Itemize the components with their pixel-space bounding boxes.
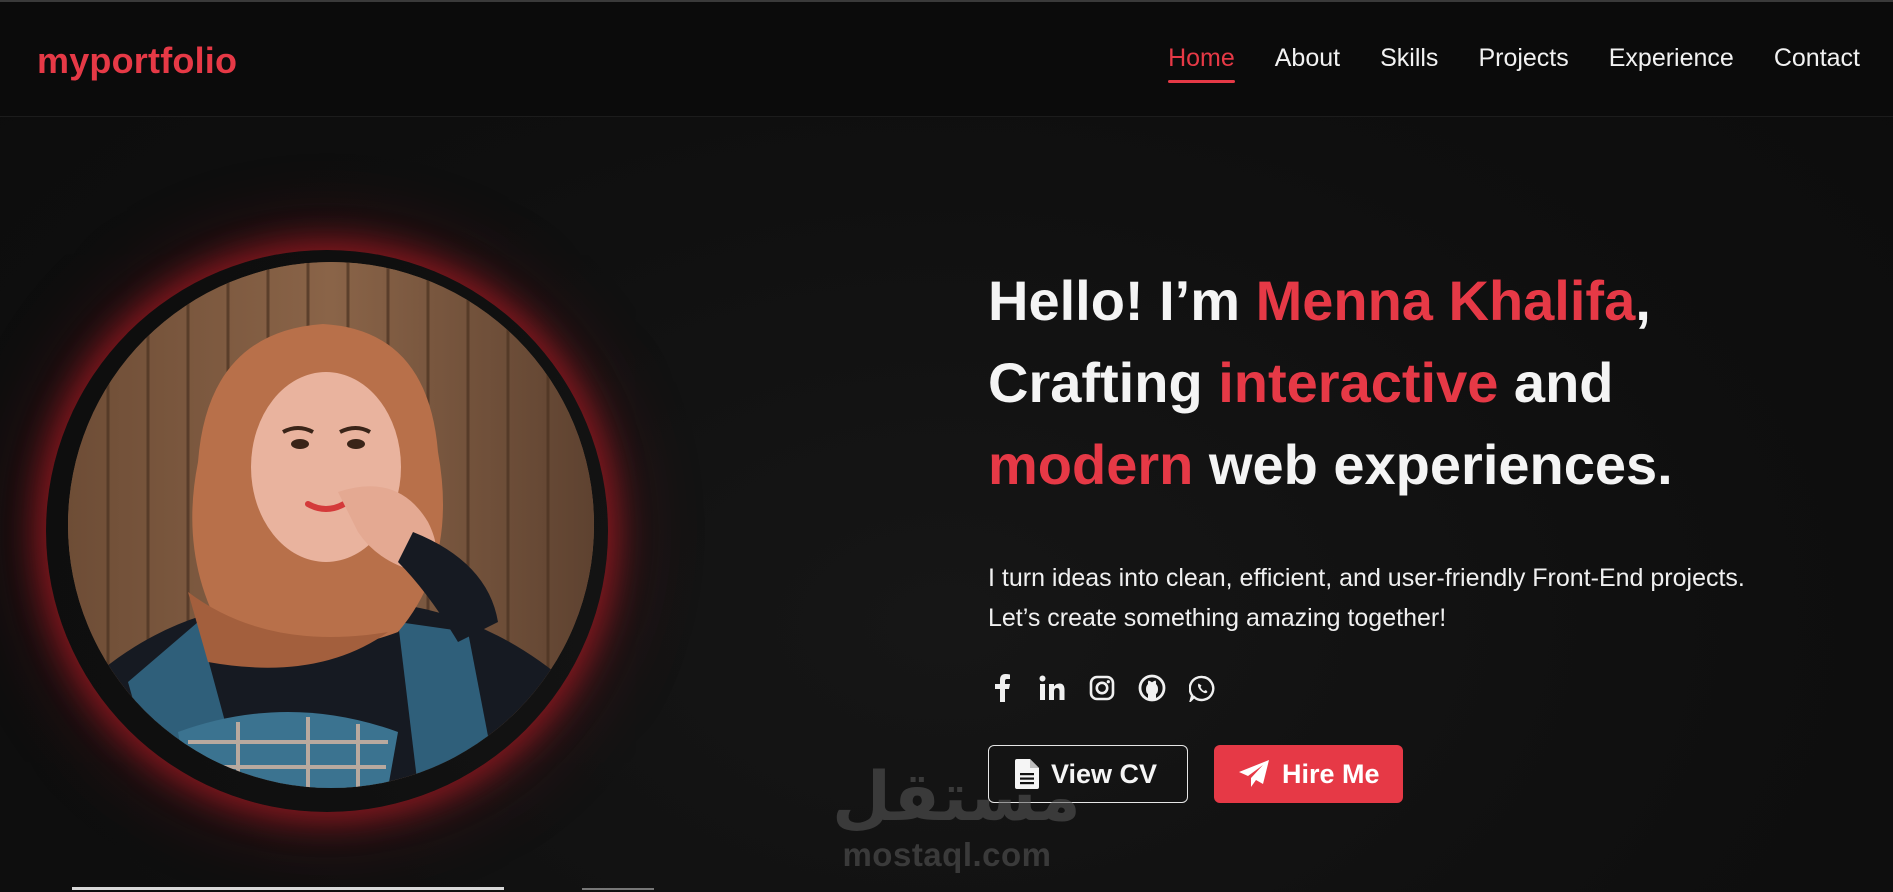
- bottom-scroll-bar-secondary: [582, 888, 654, 890]
- hero-sub-line2: Let’s create something amazing together!: [988, 604, 1447, 632]
- hire-me-button[interactable]: Hire Me: [1214, 745, 1403, 803]
- hero-line2-accent: interactive: [1218, 351, 1499, 414]
- instagram-icon[interactable]: [1088, 674, 1116, 702]
- bottom-scroll-bar: [72, 887, 504, 890]
- watermark-arabic: مستقل: [832, 758, 1081, 837]
- github-icon[interactable]: [1138, 674, 1166, 702]
- nav-about[interactable]: About: [1275, 44, 1340, 79]
- nav-skills[interactable]: Skills: [1380, 44, 1438, 79]
- hero-line1-post: ,: [1635, 269, 1651, 332]
- hero-name: Menna Khalifa: [1255, 269, 1636, 332]
- nav-contact[interactable]: Contact: [1774, 44, 1860, 79]
- hero-line2-post: and: [1498, 351, 1614, 414]
- hero-line2-pre: Crafting: [988, 351, 1219, 414]
- hero-line1-pre: Hello! I’m: [988, 269, 1256, 332]
- portfolio-page: myportfolio Home About Skills Projects E…: [0, 0, 1893, 892]
- linkedin-icon[interactable]: [1038, 674, 1066, 702]
- facebook-icon[interactable]: [988, 674, 1016, 702]
- hero-heading: Hello! I’m Menna Khalifa, Crafting inter…: [988, 260, 1848, 506]
- hire-me-label: Hire Me: [1282, 758, 1380, 789]
- navbar: myportfolio Home About Skills Projects E…: [0, 2, 1893, 117]
- hero-line3-accent: modern: [988, 433, 1194, 496]
- hero-line3-post: web experiences.: [1193, 433, 1673, 496]
- nav-home[interactable]: Home: [1168, 44, 1235, 83]
- profile-avatar: [68, 262, 594, 788]
- hero-subtitle: I turn ideas into clean, efficient, and …: [988, 558, 1868, 638]
- nav-links: Home About Skills Projects Experience Co…: [1168, 44, 1860, 83]
- nav-experience[interactable]: Experience: [1609, 44, 1734, 79]
- whatsapp-icon[interactable]: [1188, 674, 1216, 702]
- mostaql-watermark: مستقل mostaql.com: [832, 758, 1081, 878]
- hero-sub-line1: I turn ideas into clean, efficient, and …: [988, 564, 1745, 592]
- profile-photo-illustration: [68, 262, 594, 788]
- watermark-latin: mostaql.com: [842, 836, 1052, 873]
- nav-projects[interactable]: Projects: [1478, 44, 1568, 79]
- paper-plane-icon: [1239, 760, 1269, 787]
- social-links: [988, 674, 1216, 702]
- site-logo[interactable]: myportfolio: [37, 40, 237, 82]
